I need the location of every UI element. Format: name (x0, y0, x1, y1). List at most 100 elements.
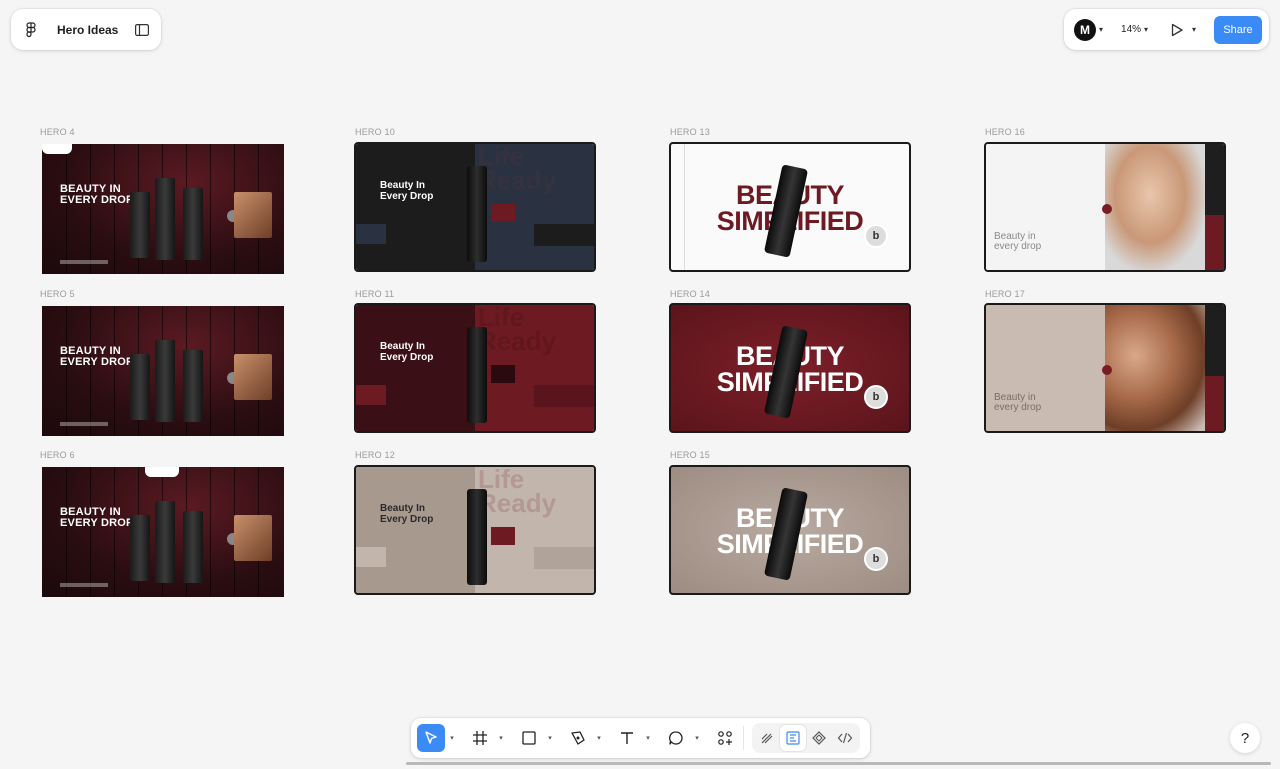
product-bottle (155, 501, 175, 583)
frame-hero-5[interactable]: BEAUTY IN EVERY DROP (42, 306, 284, 436)
frame-heading: BEAUTY IN EVERY DROP (60, 345, 134, 368)
product-bottle (467, 166, 487, 262)
design-mode-button[interactable] (780, 725, 806, 751)
model-photo (1105, 305, 1205, 431)
horizontal-scrollbar[interactable] (406, 762, 1271, 765)
shape-tool-button[interactable] (515, 724, 543, 752)
draw-icon (761, 733, 773, 744)
frame-icon (473, 731, 487, 745)
frame-hero-10[interactable]: Life Ready Beauty In Every Drop (354, 142, 596, 272)
file-title[interactable]: Hero Ideas (57, 23, 135, 37)
product-bottle (183, 350, 203, 422)
frame-label[interactable]: HERO 14 (670, 289, 710, 299)
model-photo (234, 515, 272, 561)
frame-tool-button[interactable] (466, 724, 494, 752)
frame-label[interactable]: HERO 16 (985, 127, 1025, 137)
frame-hero-11[interactable]: Life Ready Beauty In Every Drop (354, 303, 596, 433)
product-bottle (130, 354, 150, 420)
present-play-icon[interactable] (1170, 23, 1184, 37)
chevron-down-icon: ▾ (1144, 25, 1149, 34)
frame-label[interactable]: HERO 13 (670, 127, 710, 137)
text-placeholder (60, 260, 108, 264)
rectangle-icon (522, 731, 536, 745)
frame-label[interactable]: HERO 17 (985, 289, 1025, 299)
text-tool-button[interactable] (613, 724, 641, 752)
frame-hero-12[interactable]: Life Ready Beauty In Every Drop (354, 465, 596, 595)
frame-hero-15[interactable]: BEAUTYSIMPLIFIED b (669, 465, 911, 595)
share-button[interactable]: Share (1214, 15, 1262, 44)
help-button[interactable]: ? (1230, 723, 1260, 753)
product-bottle (155, 340, 175, 422)
model-photo (234, 354, 272, 400)
move-tool-button[interactable] (417, 724, 445, 752)
comment-tool-button[interactable] (662, 724, 690, 752)
pen-icon (571, 731, 585, 745)
chevron-down-icon[interactable]: ▾ (690, 734, 704, 742)
text-placeholder (60, 422, 108, 426)
frame-label[interactable]: HERO 6 (40, 450, 75, 460)
chevron-down-icon[interactable]: ▾ (445, 734, 459, 742)
ghost-text: Life Ready (478, 142, 557, 195)
design-icon (786, 731, 800, 745)
brand-badge: b (864, 385, 888, 409)
frame-tab (42, 144, 72, 154)
frame-hero-14[interactable]: BEAUTYSIMPLIFIED b (669, 303, 911, 433)
product-bottle (183, 511, 203, 583)
sidebar-toggle-icon[interactable] (135, 23, 149, 36)
product-bottle (130, 192, 150, 258)
chevron-down-icon[interactable]: ▾ (1099, 25, 1103, 34)
brand-badge: b (864, 224, 888, 248)
frame-label[interactable]: HERO 12 (355, 450, 395, 460)
file-panel: Hero Ideas (11, 9, 161, 50)
product-bottle (183, 188, 203, 260)
ghost-text: Life Ready (478, 303, 557, 356)
model-photo (234, 192, 272, 238)
frame-heading: BEAUTY IN EVERY DROP (60, 506, 134, 529)
text-icon (621, 732, 633, 744)
product-bottle (130, 515, 150, 581)
comment-icon (669, 731, 683, 745)
frame-heading: Beauty In Every Drop (380, 503, 434, 525)
frame-label[interactable]: HERO 15 (670, 450, 710, 460)
frame-heading: Beauty in every drop (994, 392, 1042, 413)
frame-label[interactable]: HERO 4 (40, 127, 75, 137)
components-icon (718, 731, 732, 745)
product-bottle (155, 178, 175, 260)
circle-marker (1102, 365, 1112, 375)
zoom-menu[interactable]: 14% ▾ (1121, 24, 1148, 35)
avatar[interactable]: M (1074, 18, 1096, 41)
frame-label[interactable]: HERO 11 (355, 289, 394, 299)
divider (743, 726, 744, 750)
header-controls: M ▾ 14% ▾ ▾ Share (1064, 9, 1269, 50)
model-photo (1105, 144, 1205, 270)
chevron-down-icon[interactable]: ▾ (494, 734, 508, 742)
cursor-icon (425, 731, 437, 744)
frame-label[interactable]: HERO 5 (40, 289, 75, 299)
pen-tool-button[interactable] (564, 724, 592, 752)
bottom-toolbar: ▾ ▾ ▾ ▾ ▾ ▾ (411, 718, 870, 758)
chevron-down-icon[interactable]: ▾ (641, 734, 655, 742)
prototype-mode-button[interactable] (806, 725, 832, 751)
frame-hero-6[interactable]: BEAUTY IN EVERY DROP (42, 467, 284, 597)
chevron-down-icon[interactable]: ▾ (592, 734, 606, 742)
frame-heading: BEAUTY IN EVERY DROP (60, 183, 134, 206)
dev-mode-button[interactable] (832, 725, 858, 751)
frame-tab (145, 467, 179, 477)
circle-marker (1102, 204, 1112, 214)
frame-heading: Beauty In Every Drop (380, 180, 434, 202)
figma-logo-icon[interactable] (23, 21, 39, 38)
frame-label[interactable]: HERO 10 (355, 127, 395, 137)
text-placeholder (60, 583, 108, 587)
frame-hero-4[interactable]: BEAUTY IN EVERY DROP (42, 144, 284, 274)
frame-heading: Beauty in every drop (994, 231, 1042, 252)
frame-hero-16[interactable]: Beauty in every drop (984, 142, 1226, 272)
product-bottle (467, 489, 487, 585)
chevron-down-icon[interactable]: ▾ (543, 734, 557, 742)
frame-hero-17[interactable]: Beauty in every drop (984, 303, 1226, 433)
zoom-level: 14% (1121, 24, 1142, 35)
draw-mode-button[interactable] (754, 725, 780, 751)
mode-switcher (752, 723, 860, 753)
frame-hero-13[interactable]: BEAUTYSIMPLIFIED b (669, 142, 911, 272)
chevron-down-icon[interactable]: ▾ (1192, 25, 1196, 34)
actions-tool-button[interactable] (711, 724, 739, 752)
